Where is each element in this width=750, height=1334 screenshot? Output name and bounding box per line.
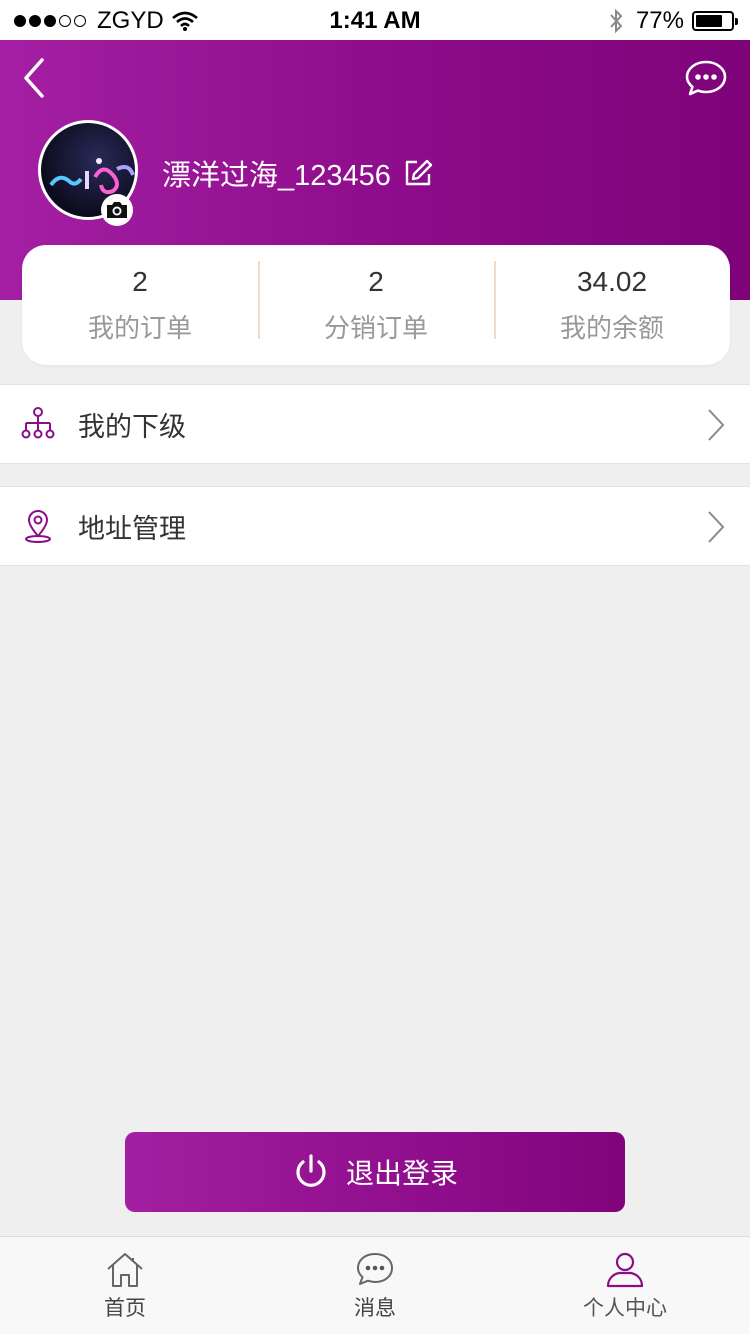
tab-home[interactable]: 首页 bbox=[0, 1237, 250, 1334]
tab-label: 首页 bbox=[104, 1295, 146, 1320]
bluetooth-icon bbox=[610, 8, 623, 34]
tab-bar: 首页 消息 个人中心 bbox=[0, 1236, 750, 1334]
hierarchy-icon bbox=[21, 407, 55, 439]
tab-label: 消息 bbox=[354, 1295, 396, 1320]
menu-label: 我的下级 bbox=[78, 411, 186, 443]
chat-bubble-icon[interactable] bbox=[684, 58, 728, 98]
user-icon bbox=[606, 1252, 644, 1287]
username-row: 漂洋过海_123456 bbox=[162, 152, 433, 194]
chevron-right-icon bbox=[708, 409, 725, 441]
battery-percent: 77% bbox=[635, 7, 684, 34]
stat-distribution-orders[interactable]: 2 分销订单 bbox=[258, 245, 494, 365]
chat-bubble-icon bbox=[357, 1252, 393, 1285]
stats-card: 2 我的订单 2 分销订单 34.02 我的余额 bbox=[22, 245, 730, 365]
status-right: 77% bbox=[608, 7, 738, 35]
tab-messages[interactable]: 消息 bbox=[250, 1237, 500, 1334]
menu-item-subordinates[interactable]: 我的下级 bbox=[0, 384, 750, 464]
menu-item-address[interactable]: 地址管理 bbox=[0, 486, 750, 566]
back-icon[interactable] bbox=[18, 56, 54, 100]
chevron-right-icon bbox=[708, 511, 725, 543]
stat-label: 我的余额 bbox=[559, 313, 664, 344]
logout-button[interactable]: 退出登录 bbox=[125, 1132, 625, 1212]
tab-label: 个人中心 bbox=[583, 1295, 667, 1320]
camera-icon[interactable] bbox=[101, 194, 133, 226]
status-bar: ZGYD 1:41 AM 77% bbox=[0, 0, 750, 40]
tab-profile[interactable]: 个人中心 bbox=[500, 1237, 750, 1334]
stat-value: 2 bbox=[132, 265, 148, 297]
home-icon bbox=[107, 1252, 143, 1287]
power-icon bbox=[296, 1154, 326, 1187]
username: 漂洋过海_123456 bbox=[162, 160, 391, 192]
edit-icon[interactable] bbox=[403, 158, 433, 188]
stat-label: 分销订单 bbox=[323, 313, 428, 344]
location-pin-icon bbox=[25, 509, 51, 543]
stat-value: 34.02 bbox=[576, 265, 648, 297]
stat-label: 我的订单 bbox=[87, 313, 192, 344]
logout-label: 退出登录 bbox=[345, 1157, 458, 1190]
battery-icon bbox=[692, 11, 738, 31]
stat-my-balance[interactable]: 34.02 我的余额 bbox=[494, 245, 730, 365]
stat-my-orders[interactable]: 2 我的订单 bbox=[22, 245, 258, 365]
menu-label: 地址管理 bbox=[78, 513, 186, 545]
stat-value: 2 bbox=[368, 265, 384, 297]
